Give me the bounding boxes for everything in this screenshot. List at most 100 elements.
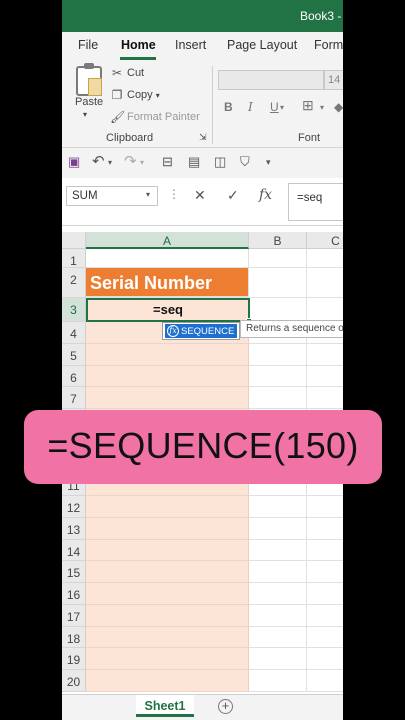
- cell-a[interactable]: [86, 583, 249, 605]
- row-header[interactable]: 16: [62, 583, 86, 605]
- row-header[interactable]: 15: [62, 561, 86, 583]
- copy-button[interactable]: ❐ Copy ▾: [110, 88, 160, 102]
- cell-c[interactable]: [307, 605, 343, 627]
- redo-dropdown-icon[interactable]: ▾: [140, 158, 144, 167]
- tab-page-layout[interactable]: Page Layout: [227, 38, 297, 52]
- row-header[interactable]: 7: [62, 387, 86, 409]
- bold-icon[interactable]: B: [224, 100, 233, 114]
- cell-a[interactable]: [86, 343, 249, 366]
- cell-c[interactable]: [307, 496, 343, 518]
- format-painter-button[interactable]: 🖌 Format Painter: [110, 110, 200, 124]
- tab-file[interactable]: File: [78, 38, 98, 52]
- italic-icon[interactable]: I: [248, 100, 253, 114]
- cell-b[interactable]: [249, 496, 307, 518]
- cell-a[interactable]: [86, 539, 249, 562]
- cell-c[interactable]: [307, 648, 343, 670]
- underline-dropdown-icon[interactable]: ▾: [280, 103, 284, 112]
- row-header[interactable]: 2: [62, 268, 86, 298]
- tab-home[interactable]: Home: [121, 38, 156, 52]
- cell-b[interactable]: [249, 387, 307, 409]
- cell-c[interactable]: [307, 249, 343, 268]
- paste-label[interactable]: Paste: [75, 96, 103, 108]
- cell-b[interactable]: [249, 365, 307, 388]
- cell-b[interactable]: [249, 604, 307, 627]
- fill-color-icon[interactable]: ◆: [334, 100, 343, 114]
- formula-input[interactable]: =seq: [288, 183, 343, 221]
- paste-dropdown-icon[interactable]: ▾: [83, 110, 87, 119]
- borders-icon[interactable]: ⊞: [302, 97, 314, 114]
- row-header[interactable]: 1: [62, 249, 86, 268]
- sheet-tab-sheet1[interactable]: Sheet1: [136, 695, 194, 717]
- enter-icon[interactable]: ✓: [227, 187, 239, 204]
- customize-qat-icon[interactable]: ▾: [266, 157, 271, 168]
- row-header[interactable]: 18: [62, 626, 86, 649]
- name-box[interactable]: SUM: [66, 186, 158, 206]
- table-icon[interactable]: ▤: [188, 154, 200, 170]
- cell-b[interactable]: [249, 249, 307, 268]
- row-header[interactable]: 19: [62, 648, 86, 670]
- column-header-a[interactable]: A: [86, 232, 249, 249]
- select-all-corner[interactable]: [62, 232, 86, 249]
- cell-a[interactable]: [86, 387, 249, 409]
- cell-c[interactable]: [307, 298, 343, 322]
- cell-c[interactable]: [307, 518, 343, 540]
- serial-number-header-cell[interactable]: Serial Number: [86, 268, 249, 297]
- autocomplete-item-sequence[interactable]: fx SEQUENCE: [165, 324, 237, 338]
- row-header[interactable]: 6: [62, 365, 86, 388]
- cell-b[interactable]: [249, 626, 307, 649]
- cell-c[interactable]: [307, 627, 343, 649]
- undo-dropdown-icon[interactable]: ▾: [108, 158, 112, 167]
- cell-a[interactable]: [86, 249, 249, 268]
- cell-c[interactable]: [307, 344, 343, 366]
- font-name-box[interactable]: [218, 70, 324, 90]
- row-header[interactable]: 4: [62, 322, 86, 344]
- cell-c[interactable]: [307, 583, 343, 605]
- active-cell-a3[interactable]: =seq: [86, 298, 250, 322]
- add-sheet-icon[interactable]: +: [218, 699, 233, 714]
- insert-function-icon[interactable]: fx: [259, 187, 272, 203]
- cell-c[interactable]: [307, 670, 343, 692]
- column-header-c[interactable]: C: [307, 232, 343, 249]
- cell-b[interactable]: [249, 648, 307, 670]
- cell-a[interactable]: [86, 496, 249, 518]
- redo-icon[interactable]: ↷: [124, 152, 137, 170]
- cell-b[interactable]: [249, 517, 307, 540]
- dialog-launcher-icon[interactable]: ⇲: [199, 132, 207, 143]
- cancel-icon[interactable]: ✕: [194, 187, 206, 204]
- cell-c[interactable]: [307, 366, 343, 388]
- cell-b[interactable]: [249, 561, 307, 583]
- cell-c[interactable]: [307, 561, 343, 583]
- cell-b[interactable]: [249, 670, 307, 692]
- font-size-box[interactable]: 14: [324, 70, 343, 90]
- name-box-dropdown-icon[interactable]: ▾: [146, 190, 150, 199]
- form-icon[interactable]: ⊟: [162, 154, 173, 170]
- cell-a[interactable]: [86, 626, 249, 649]
- cell-a[interactable]: [86, 648, 249, 670]
- underline-icon[interactable]: U: [270, 100, 279, 114]
- cell-a[interactable]: [86, 604, 249, 627]
- row-header[interactable]: 5: [62, 343, 86, 366]
- cell-b[interactable]: [249, 298, 307, 322]
- cell-c[interactable]: [307, 540, 343, 562]
- camera-icon[interactable]: ◫: [214, 154, 226, 170]
- cell-b[interactable]: [249, 343, 307, 366]
- column-header-b[interactable]: B: [249, 232, 307, 249]
- cell-b[interactable]: [249, 539, 307, 562]
- filter-icon[interactable]: ⛉: [240, 154, 250, 170]
- tab-formulas[interactable]: Form: [314, 38, 343, 52]
- cell-a[interactable]: [86, 365, 249, 388]
- tab-insert[interactable]: Insert: [175, 38, 206, 52]
- undo-icon[interactable]: ↶: [92, 152, 105, 170]
- cell-b[interactable]: [249, 583, 307, 605]
- row-header[interactable]: 17: [62, 604, 86, 627]
- row-header[interactable]: 3: [62, 298, 86, 322]
- row-header[interactable]: 12: [62, 496, 86, 518]
- cell-c[interactable]: [307, 268, 343, 298]
- row-header[interactable]: 13: [62, 517, 86, 540]
- cell-b[interactable]: [249, 268, 307, 298]
- borders-dropdown-icon[interactable]: ▾: [320, 103, 324, 112]
- row-header[interactable]: 14: [62, 539, 86, 562]
- cell-a[interactable]: [86, 517, 249, 540]
- row-header[interactable]: 20: [62, 670, 86, 692]
- cut-button[interactable]: ✂ Cut: [110, 66, 144, 80]
